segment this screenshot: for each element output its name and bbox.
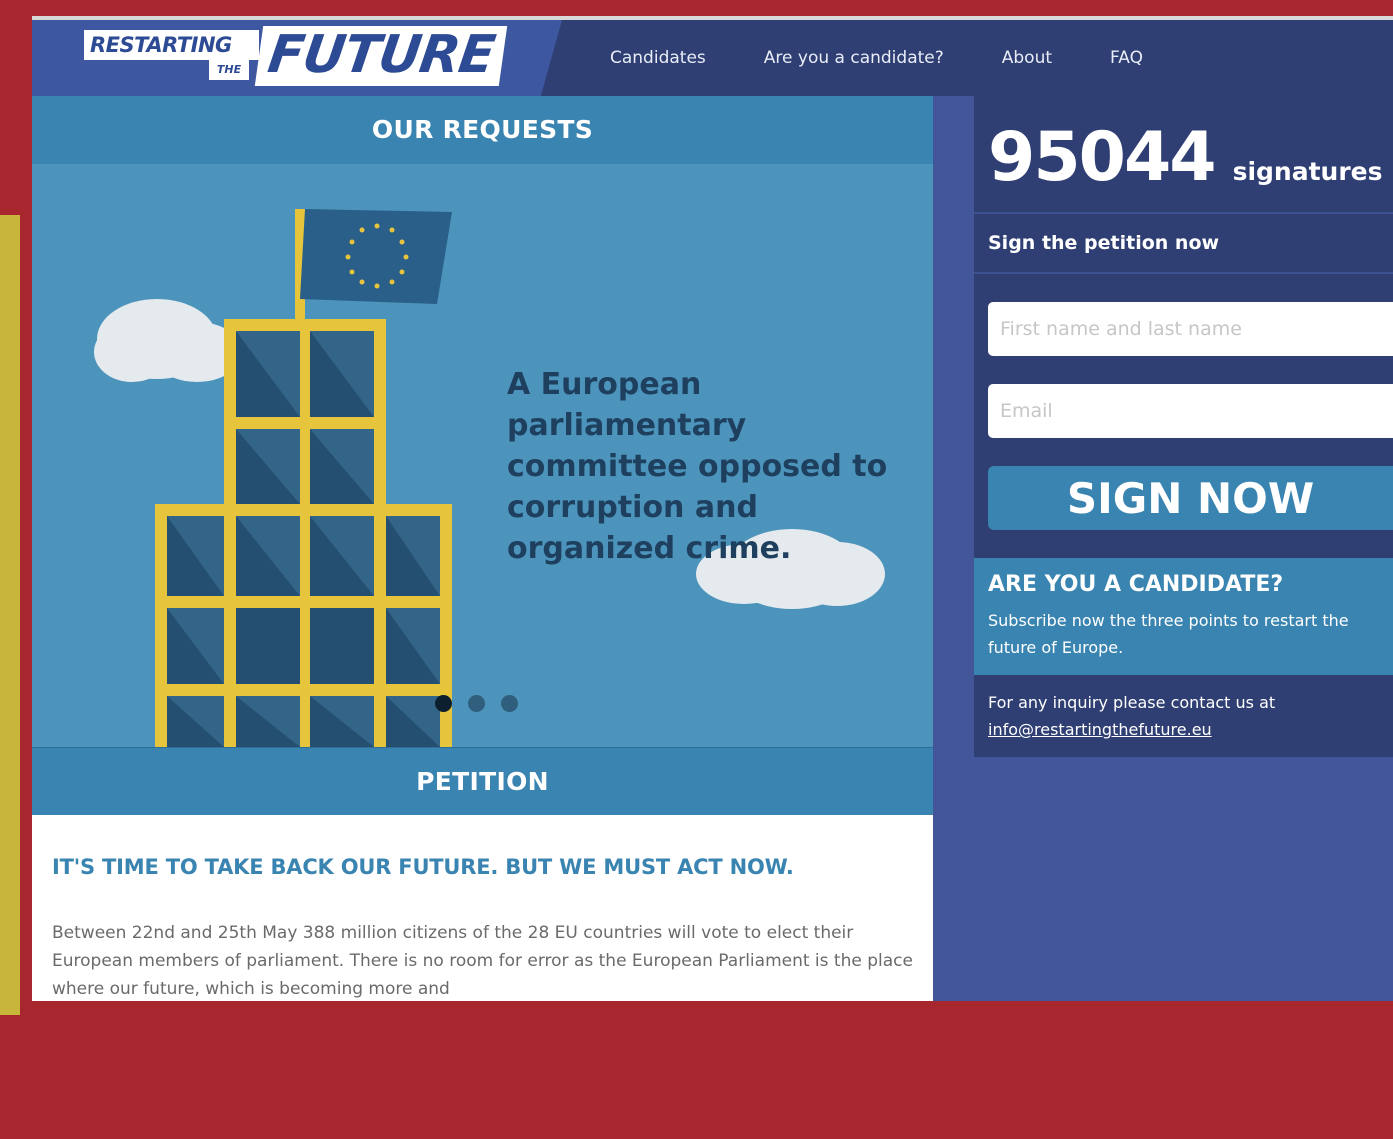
tower-icon [155,319,452,747]
slider-dots [435,695,518,712]
nav-about[interactable]: About [1002,48,1052,68]
requests-slider[interactable]: A European parliamentary committee oppos… [32,164,933,747]
petition-body: Between 22nd and 25th May 388 million ci… [52,923,913,999]
nav-are-you-a-candidate[interactable]: Are you a candidate? [764,48,944,68]
slider-dot-3[interactable] [501,695,518,712]
logo-restarting: RESTARTING [84,30,259,60]
nav-candidates[interactable]: Candidates [610,48,706,68]
candidate-title: ARE YOU A CANDIDATE? [988,572,1284,597]
petition-heading: IT'S TIME TO TAKE BACK OUR FUTURE. BUT W… [52,855,794,879]
cloud-left-icon [94,299,242,382]
site-header: RESTARTING THE FUTURE Candidates Are you… [32,20,1393,96]
logo-the: THE [209,60,249,80]
logo-future: FUTURE [254,25,508,86]
requests-title: OUR REQUESTS [32,96,933,164]
petition-form: SIGN NOW [974,274,1393,558]
candidate-text: Subscribe now the three points to restar… [988,611,1349,657]
petition-title: PETITION [32,747,933,815]
email-field[interactable] [988,384,1393,438]
sidebar: 95044 signatures Sign the petition now S… [974,96,1393,757]
main-column: OUR REQUESTS A European parliamentary co… [32,96,933,1001]
petition-content: IT'S TIME TO TAKE BACK OUR FUTURE. BUT W… [32,815,933,1001]
left-edge-decoration [0,215,20,1015]
sign-now-button[interactable]: SIGN NOW [988,466,1393,530]
contact-email-link[interactable]: info@restartingthefuture.eu [988,720,1212,739]
browser-page: RESTARTING THE FUTURE Candidates Are you… [32,16,1393,1001]
candidate-box[interactable]: ARE YOU A CANDIDATE? Subscribe now the t… [974,558,1393,675]
slide-caption: A European parliamentary committee oppos… [507,367,888,566]
contact-text: For any inquiry please contact us at [988,693,1276,712]
logo-area[interactable]: RESTARTING THE FUTURE [32,20,562,96]
eu-flag-icon [300,209,452,304]
signature-label: signatures [1232,157,1383,186]
signature-count: 95044 [988,118,1217,197]
name-field[interactable] [988,302,1393,356]
sign-petition-title: Sign the petition now [974,212,1393,274]
contact-box: For any inquiry please contact us at inf… [974,675,1393,757]
signature-counter: 95044 signatures [974,96,1393,212]
main-nav: Candidates Are you a candidate? About FA… [610,20,1201,96]
slider-dot-2[interactable] [468,695,485,712]
nav-faq[interactable]: FAQ [1110,48,1143,68]
slider-dot-1[interactable] [435,695,452,712]
